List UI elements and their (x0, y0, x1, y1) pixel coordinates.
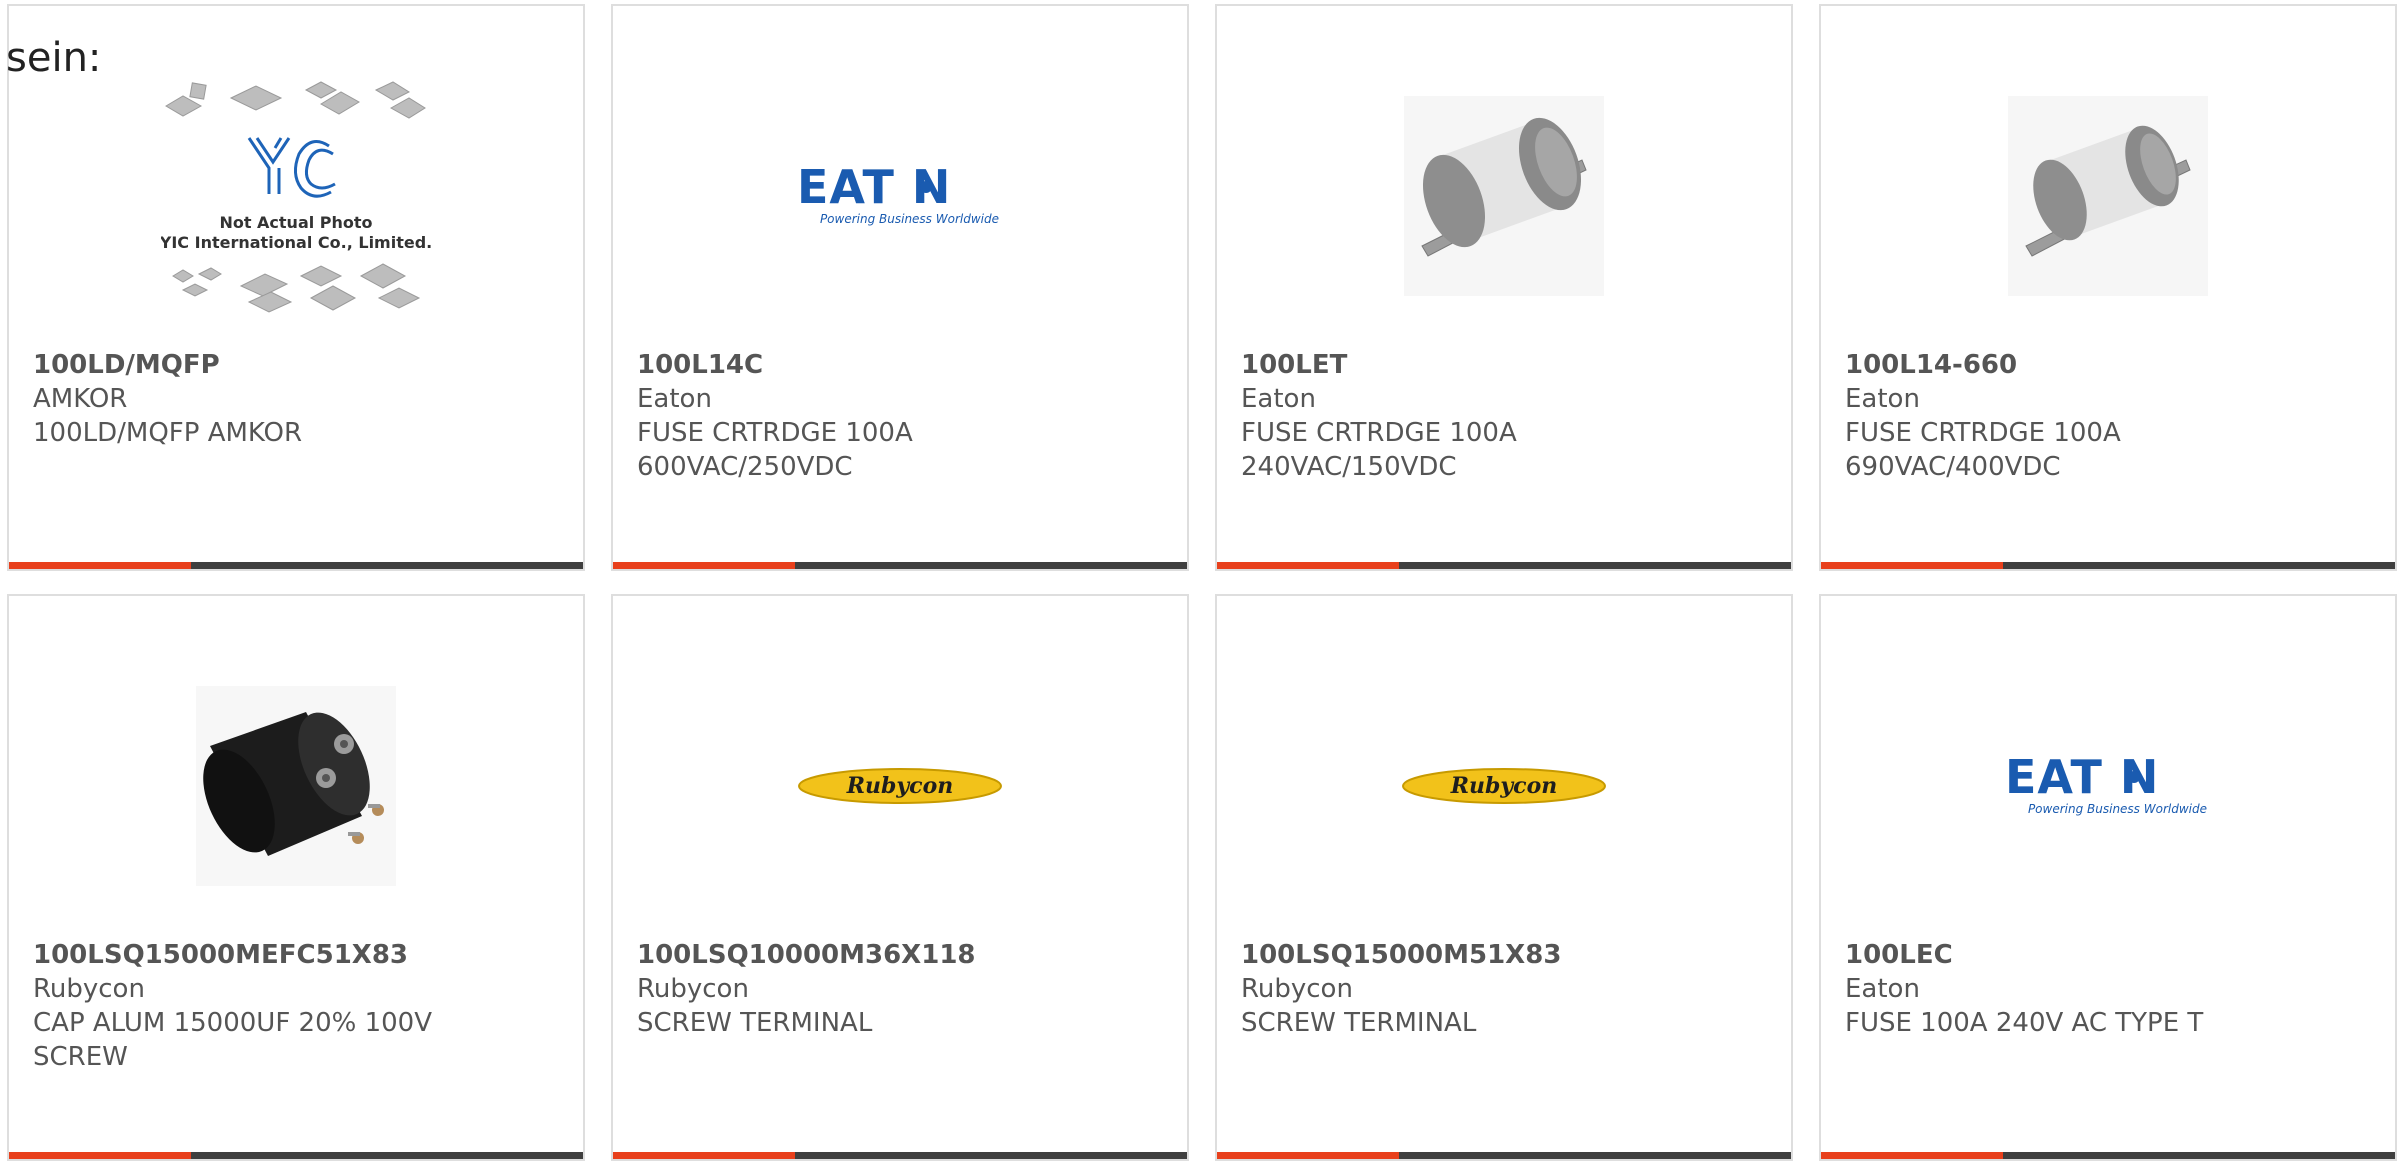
part-number[interactable]: 100L14-660 (1845, 348, 2375, 382)
manufacturer: Eaton (1241, 384, 1316, 414)
part-number[interactable]: 100L14C (637, 348, 1167, 382)
manufacturer: Eaton (1845, 384, 1920, 414)
product-image[interactable]: EAT N Powering Business Worldwide (1821, 646, 2395, 926)
manufacturer: Rubycon (637, 974, 749, 1004)
placeholder-line2: YIC International Co., Limited. (161, 233, 431, 252)
part-number[interactable]: 100LET (1241, 348, 1771, 382)
card-accent (613, 1152, 795, 1159)
description-line: SCREW TERMINAL (637, 1008, 873, 1038)
fuse-photo (1404, 96, 1604, 296)
product-image[interactable]: EAT N Powering Business Worldwide (613, 56, 1187, 336)
part-number[interactable]: 100LSQ15000M51X83 (1241, 938, 1771, 972)
rubycon-wordmark: Rubycon (1450, 773, 1558, 799)
capacitor-photo (196, 686, 396, 886)
yic-placeholder-image: Not Actual Photo YIC International Co., … (161, 81, 431, 313)
product-image[interactable] (9, 646, 583, 926)
card-footer-bar (613, 562, 1187, 569)
part-number[interactable]: 100LSQ15000MEFC51X83 (33, 938, 563, 972)
description-line: FUSE CRTRDGE 100A (1241, 418, 1517, 448)
rubycon-logo-image: Rubycon (1402, 768, 1606, 804)
placeholder-line1: Not Actual Photo (219, 213, 372, 232)
description-line: 690VAC/400VDC (1845, 452, 2061, 482)
product-card[interactable]: EAT N Powering Business Worldwide 100L14… (611, 4, 1189, 571)
eaton-logo-image: EAT N Powering Business Worldwide (797, 161, 999, 226)
description-line: FUSE CRTRDGE 100A (1845, 418, 2121, 448)
description-line: 240VAC/150VDC (1241, 452, 1457, 482)
card-accent (1217, 562, 1399, 569)
eaton-tagline: Powering Business Worldwide (820, 212, 999, 226)
description-line: SCREW (33, 1042, 128, 1072)
card-accent (1217, 1152, 1399, 1159)
manufacturer: Rubycon (33, 974, 145, 1004)
rubycon-logo-image: Rubycon (798, 768, 1002, 804)
manufacturer: Eaton (1845, 974, 1920, 1004)
fuse-photo (2008, 96, 2208, 296)
card-footer-bar (1821, 1152, 2395, 1159)
card-accent (9, 562, 191, 569)
description-line: FUSE CRTRDGE 100A (637, 418, 913, 448)
rubycon-wordmark: Rubycon (846, 773, 954, 799)
description-line: SCREW TERMINAL (1241, 1008, 1477, 1038)
description-line: FUSE 100A 240V AC TYPE T (1845, 1008, 2204, 1038)
product-grid: Not Actual Photo YIC International Co., … (7, 4, 2400, 1167)
manufacturer: Eaton (637, 384, 712, 414)
product-image[interactable]: Rubycon (1217, 646, 1791, 926)
part-number[interactable]: 100LSQ10000M36X118 (637, 938, 1167, 972)
product-card[interactable]: Not Actual Photo YIC International Co., … (7, 4, 585, 571)
card-accent (613, 562, 795, 569)
product-image[interactable] (1821, 56, 2395, 336)
card-footer-bar (9, 562, 583, 569)
product-card[interactable]: 100LET Eaton FUSE CRTRDGE 100A 240VAC/15… (1215, 4, 1793, 571)
product-image[interactable] (1217, 56, 1791, 336)
description-line: 600VAC/250VDC (637, 452, 853, 482)
card-accent (1821, 1152, 2003, 1159)
product-image[interactable]: Rubycon (613, 646, 1187, 926)
product-card[interactable]: Rubycon 100LSQ15000M51X83 Rubycon SCREW … (1215, 594, 1793, 1161)
card-footer-bar (9, 1152, 583, 1159)
product-card[interactable]: 100L14-660 Eaton FUSE CRTRDGE 100A 690VA… (1819, 4, 2397, 571)
card-footer-bar (1217, 1152, 1791, 1159)
description-line: 100LD/MQFP AMKOR (33, 418, 303, 448)
eaton-tagline: Powering Business Worldwide (2028, 802, 2207, 816)
card-accent (9, 1152, 191, 1159)
card-footer-bar (1217, 562, 1791, 569)
part-number[interactable]: 100LD/MQFP (33, 348, 563, 382)
manufacturer: AMKOR (33, 384, 128, 414)
manufacturer: Rubycon (1241, 974, 1353, 1004)
part-number[interactable]: 100LEC (1845, 938, 2375, 972)
card-footer-bar (1821, 562, 2395, 569)
eaton-logo-image: EAT N Powering Business Worldwide (2005, 751, 2207, 816)
product-image[interactable]: Not Actual Photo YIC International Co., … (9, 56, 583, 336)
card-footer-bar (613, 1152, 1187, 1159)
description-line: CAP ALUM 15000UF 20% 100V (33, 1008, 433, 1038)
card-accent (1821, 562, 2003, 569)
intro-text: sein: (6, 35, 102, 81)
product-card[interactable]: 100LSQ15000MEFC51X83 Rubycon CAP ALUM 15… (7, 594, 585, 1161)
product-card[interactable]: Rubycon 100LSQ10000M36X118 Rubycon SCREW… (611, 594, 1189, 1161)
product-card[interactable]: EAT N Powering Business Worldwide 100LEC… (1819, 594, 2397, 1161)
